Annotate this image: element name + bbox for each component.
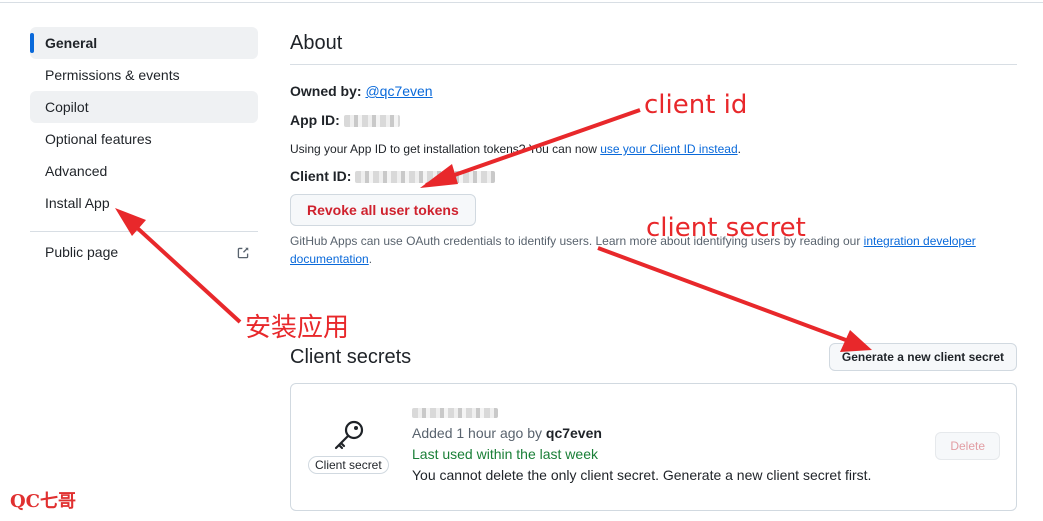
annotation-client-id: client id [644,90,748,120]
arrow-client-secret [597,246,872,352]
arrow-install-app [115,208,242,324]
arrow-client-id [420,108,641,188]
annotation-arrows [115,108,872,352]
watermark-logo: QC七哥 [10,491,77,512]
annotation-client-secret: client secret [646,213,806,243]
annotation-install-app: 安装应用 [245,313,350,343]
